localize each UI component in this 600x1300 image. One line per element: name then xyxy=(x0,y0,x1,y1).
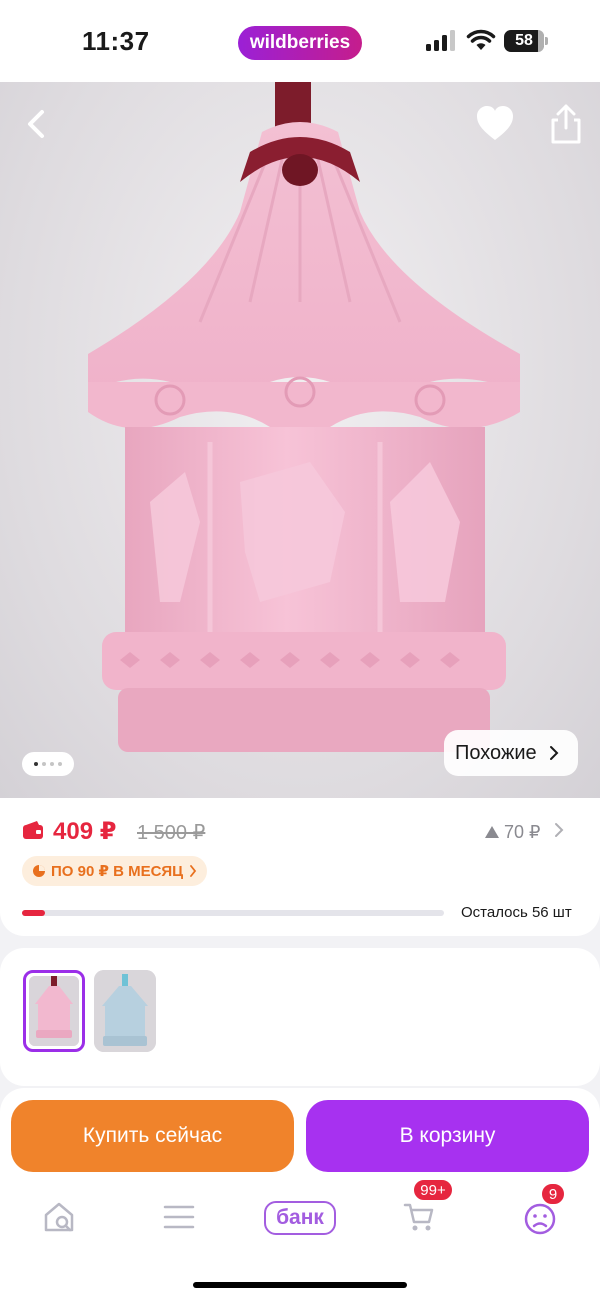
bottom-tab-bar: банк 99+ 9 xyxy=(0,1178,600,1250)
pagination-dot xyxy=(58,762,62,766)
status-time: 11:37 xyxy=(82,26,150,56)
installment-badge[interactable]: ПО 90 ₽ В МЕСЯЦ xyxy=(22,856,207,886)
heart-icon[interactable] xyxy=(474,104,516,144)
signal-icon xyxy=(426,30,455,51)
wallet-icon xyxy=(23,821,43,839)
brand-logo[interactable]: wildberries xyxy=(238,26,362,60)
bonus-value: 70 ₽ xyxy=(504,821,541,842)
pagination-dot xyxy=(42,762,46,766)
similar-products-button[interactable]: Похожие xyxy=(444,730,578,776)
stock-progress-bar xyxy=(22,910,444,916)
pie-chart-icon xyxy=(33,865,45,877)
variant-blue-thumbnail[interactable] xyxy=(94,970,156,1052)
installment-label: ПО 90 ₽ В МЕСЯЦ xyxy=(51,863,184,880)
triangle-icon xyxy=(485,826,499,838)
bonus-points[interactable]: 70 ₽ xyxy=(484,820,540,844)
stock-progress-fill xyxy=(22,910,46,916)
home-search-icon[interactable] xyxy=(42,1200,76,1234)
variant-blue-image xyxy=(94,970,156,1052)
chevron-right-icon[interactable] xyxy=(554,822,564,838)
similar-label: Похожие xyxy=(455,741,537,764)
product-gallery[interactable]: Похожие xyxy=(0,82,600,798)
bottom-action-bar: Купить сейчас В корзину банк 99+ 9 xyxy=(0,1088,600,1300)
battery-icon: 58 xyxy=(504,30,548,52)
color-variants xyxy=(0,948,600,1086)
back-arrow-icon[interactable] xyxy=(18,104,58,144)
pagination-dot xyxy=(34,762,38,766)
home-indicator xyxy=(193,1282,407,1288)
stock-left-label: Осталось 56 шт xyxy=(461,904,572,921)
product-photo xyxy=(88,82,520,752)
bank-icon[interactable]: банк xyxy=(264,1201,336,1235)
catalog-icon[interactable] xyxy=(163,1204,195,1230)
cart-badge: 99+ xyxy=(412,1178,454,1202)
chevron-right-icon xyxy=(190,865,197,877)
pagination-dot xyxy=(50,762,54,766)
photo-pagination xyxy=(22,752,74,776)
status-bar: 11:37 wildberries 58 xyxy=(0,0,600,82)
buy-now-button[interactable]: Купить сейчас xyxy=(11,1100,294,1172)
share-icon[interactable] xyxy=(546,102,586,146)
current-price: 409 ₽ xyxy=(53,818,117,845)
profile-badge: 9 xyxy=(540,1182,566,1206)
price-card: 409 ₽ 1 500 ₽ 70 ₽ ПО 90 ₽ В МЕСЯЦ Остал… xyxy=(0,798,600,936)
add-to-cart-button[interactable]: В корзину xyxy=(306,1100,589,1172)
battery-level: 58 xyxy=(515,32,533,49)
profile-icon[interactable] xyxy=(523,1202,557,1236)
chevron-right-icon xyxy=(549,746,559,760)
wifi-icon xyxy=(466,29,496,50)
variant-pink-image xyxy=(29,976,79,1046)
cart-icon[interactable] xyxy=(402,1200,436,1234)
variant-pink-thumbnail[interactable] xyxy=(23,970,85,1052)
old-price: 1 500 ₽ xyxy=(137,822,206,844)
